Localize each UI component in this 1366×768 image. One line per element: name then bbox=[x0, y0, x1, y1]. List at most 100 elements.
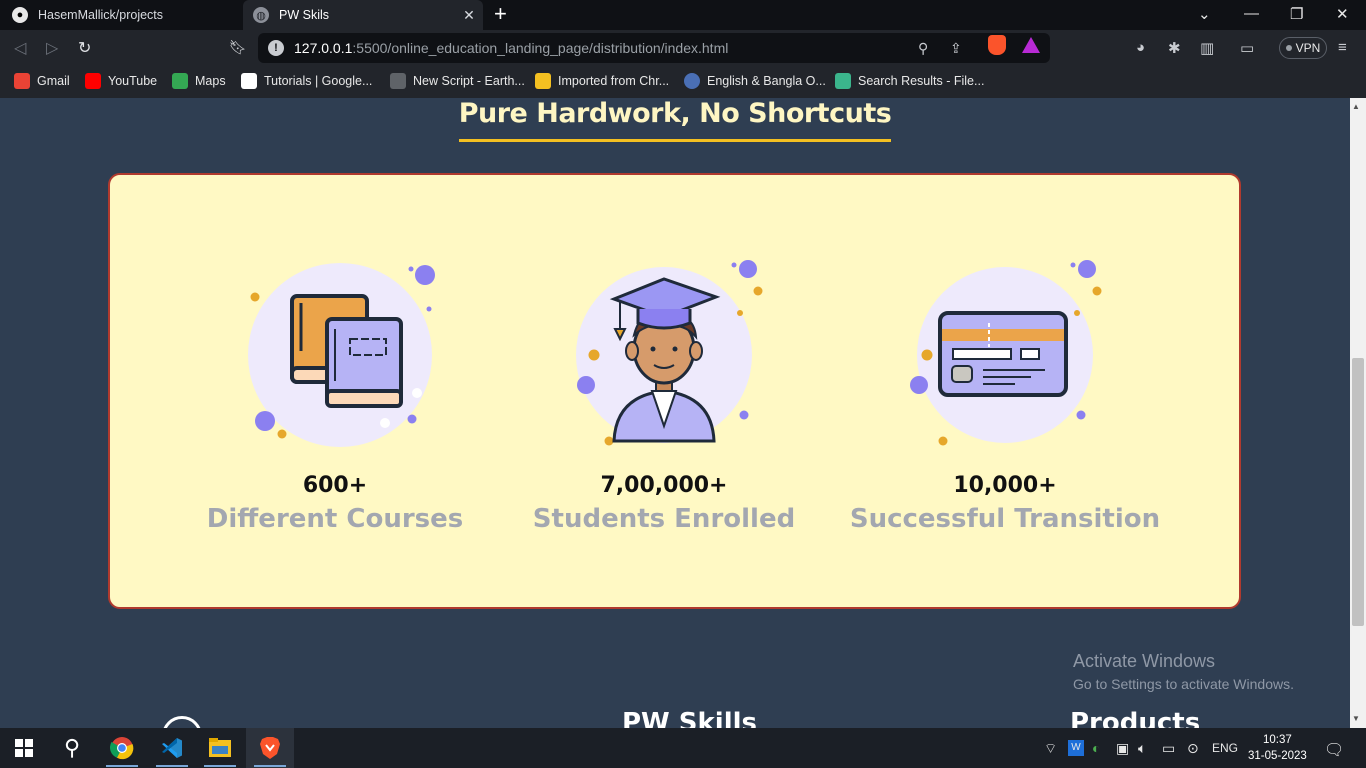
tab-title: PW Skils bbox=[279, 8, 329, 22]
restore-button[interactable]: ❐ bbox=[1290, 5, 1303, 23]
bookmarks-bar: Gmail YouTube Maps Tutorials | Google...… bbox=[0, 66, 1366, 98]
stat-courses: 600+ Different Courses bbox=[170, 251, 500, 534]
vpn-label: VPN bbox=[1295, 41, 1321, 55]
wallet-icon[interactable]: ▭ bbox=[1240, 39, 1254, 57]
back-button[interactable]: ◁ bbox=[14, 38, 26, 58]
folder-icon bbox=[209, 738, 231, 757]
bookmark-label: YouTube bbox=[108, 74, 158, 88]
footer-logo-icon[interactable] bbox=[162, 716, 202, 728]
security-tray-icon[interactable]: ◐ bbox=[1092, 740, 1100, 756]
search-icon: ⚲ bbox=[63, 735, 81, 760]
close-tab-icon[interactable]: ✕ bbox=[461, 7, 477, 23]
stat-value: 7,00,000+ bbox=[600, 473, 728, 498]
books-icon bbox=[235, 251, 435, 451]
maps-icon bbox=[172, 73, 188, 89]
language-indicator[interactable]: ENG bbox=[1212, 741, 1238, 755]
url-path: :5500/online_education_landing_page/dist… bbox=[352, 40, 729, 56]
scroll-down-icon[interactable]: ▼ bbox=[1352, 714, 1360, 723]
stats-card: 600+ Different Courses 7,00,000+ Student… bbox=[108, 173, 1241, 609]
site-info-icon[interactable]: ! bbox=[268, 40, 284, 56]
brave-icon bbox=[260, 737, 280, 759]
start-button[interactable] bbox=[0, 728, 48, 768]
activate-subtitle: Go to Settings to activate Windows. bbox=[1073, 676, 1294, 692]
bookmark-label: Imported from Chr... bbox=[558, 74, 670, 88]
bookmark-label: Maps bbox=[195, 74, 226, 88]
stat-value: 600+ bbox=[302, 473, 368, 498]
stat-students: 7,00,000+ Students Enrolled bbox=[499, 251, 829, 534]
share-icon[interactable]: ⇪ bbox=[950, 40, 962, 57]
gmail-icon bbox=[14, 73, 30, 89]
dictionary-icon bbox=[684, 73, 700, 89]
bookmark-maps[interactable]: Maps bbox=[172, 73, 226, 89]
url-host: 127.0.0.1 bbox=[294, 40, 353, 56]
taskbar-vscode[interactable] bbox=[148, 728, 196, 768]
new-tab-button[interactable]: + bbox=[494, 3, 507, 25]
zoom-icon[interactable]: ⚲ bbox=[918, 40, 928, 57]
clock[interactable]: 10:37 31-05-2023 bbox=[1248, 732, 1307, 764]
bookmark-imported[interactable]: Imported from Chr... bbox=[535, 73, 669, 89]
volume-icon[interactable]: 🔈︎ bbox=[1138, 740, 1146, 757]
extensions-puzzle-icon[interactable]: ✱ bbox=[1168, 39, 1181, 57]
scroll-up-icon[interactable]: ▲ bbox=[1352, 102, 1360, 111]
scrollbar-thumb[interactable] bbox=[1352, 358, 1364, 626]
bookmark-gmail[interactable]: Gmail bbox=[14, 73, 70, 89]
notifications-icon[interactable]: 🗨︎ bbox=[1324, 740, 1344, 760]
brave-shields-icon[interactable] bbox=[988, 35, 1006, 55]
sidebar-icon[interactable]: ▥ bbox=[1200, 39, 1214, 57]
stat-label: Students Enrolled bbox=[532, 504, 796, 534]
vpn-status-dot bbox=[1285, 45, 1292, 51]
youtube-icon bbox=[85, 73, 101, 89]
close-window-button[interactable]: ✕ bbox=[1336, 5, 1349, 23]
network-icon[interactable]: ⌔ bbox=[1044, 740, 1057, 758]
page-viewport: Pure Hardwork, No Shortcuts 600+ Differe… bbox=[0, 98, 1350, 728]
brave-rewards-icon[interactable] bbox=[1022, 37, 1040, 53]
section-heading-wrap: Pure Hardwork, No Shortcuts bbox=[0, 98, 1350, 142]
bookmark-label: Tutorials | Google... bbox=[264, 74, 373, 88]
taskbar-brave[interactable] bbox=[246, 728, 294, 768]
google-icon bbox=[241, 73, 257, 89]
tab-bar: ● HasemMallick/projects ◍ PW Skils ✕ + ⌄… bbox=[0, 0, 1366, 30]
tray-overflow-icon[interactable]: ▣ bbox=[1116, 740, 1129, 757]
stat-label: Successful Transition bbox=[849, 504, 1161, 534]
stat-value: 10,000+ bbox=[953, 473, 1057, 498]
bookmark-dictionary[interactable]: English & Bangla O... bbox=[684, 73, 826, 89]
camera-icon[interactable]: ⊙ bbox=[1187, 740, 1199, 757]
globe-icon: ◍ bbox=[253, 7, 269, 23]
taskbar-file-explorer[interactable] bbox=[196, 728, 244, 768]
reload-button[interactable]: ↻ bbox=[78, 38, 91, 58]
address-bar[interactable]: ! 127.0.0.1 :5500/online_education_landi… bbox=[258, 33, 1050, 63]
footer-brand-heading: PW Skills bbox=[622, 708, 758, 728]
windows-logo-icon bbox=[15, 739, 33, 757]
folder-icon bbox=[535, 73, 551, 89]
clock-time: 10:37 bbox=[1263, 734, 1292, 746]
bookmark-search-results[interactable]: Search Results - File... bbox=[835, 73, 984, 89]
activate-windows-watermark: Activate Windows Go to Settings to activ… bbox=[1073, 651, 1294, 692]
bookmark-youtube[interactable]: YouTube bbox=[85, 73, 157, 89]
menu-icon[interactable]: ≡ bbox=[1338, 39, 1347, 56]
github-icon: ● bbox=[12, 7, 28, 23]
minimize-button[interactable]: — bbox=[1244, 5, 1259, 22]
bookmark-icon[interactable]: 🔖︎ bbox=[229, 39, 247, 56]
search-button[interactable]: ⚲ bbox=[48, 728, 96, 768]
taskbar-chrome[interactable] bbox=[98, 728, 146, 768]
bookmark-label: English & Bangla O... bbox=[707, 74, 826, 88]
tab-search-chevron-icon[interactable]: ⌄ bbox=[1198, 5, 1211, 23]
tab-title: HasemMallick/projects bbox=[38, 8, 164, 22]
clock-date: 31-05-2023 bbox=[1248, 750, 1307, 762]
extension-colorful-icon[interactable]: ◕ bbox=[1136, 39, 1145, 56]
earth-engine-icon bbox=[390, 73, 406, 89]
battery-icon[interactable]: ▭ bbox=[1162, 740, 1175, 757]
word-tray-icon[interactable]: W bbox=[1068, 740, 1084, 756]
graduate-student-icon bbox=[564, 251, 764, 451]
filehippo-icon bbox=[835, 73, 851, 89]
stat-transition: 10,000+ Successful Transition bbox=[840, 251, 1170, 534]
bookmark-label: New Script - Earth... bbox=[413, 74, 525, 88]
bookmark-new-script[interactable]: New Script - Earth... bbox=[390, 73, 525, 89]
tab-github[interactable]: ● HasemMallick/projects bbox=[0, 0, 240, 30]
bookmark-label: Search Results - File... bbox=[858, 74, 985, 88]
credit-card-icon bbox=[905, 251, 1105, 451]
tab-pw-skils[interactable]: ◍ PW Skils ✕ bbox=[243, 0, 483, 30]
bookmark-tutorials[interactable]: Tutorials | Google... bbox=[241, 73, 372, 89]
vpn-button[interactable]: VPN bbox=[1279, 37, 1327, 59]
forward-button[interactable]: ▷ bbox=[46, 38, 58, 58]
